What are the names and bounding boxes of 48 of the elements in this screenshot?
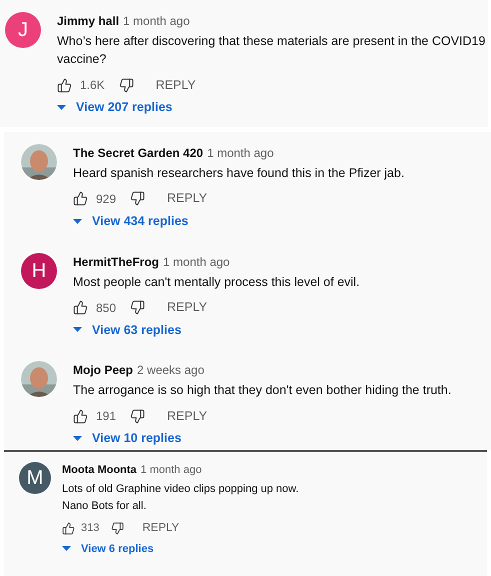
comment-text: Who’s here after discovering that these materials are present in the COVID19 vaccine? [57, 33, 486, 68]
reply-button[interactable]: REPLY [156, 76, 196, 94]
comment-text: Lots of old Graphine video clips popping up now. Nano Bots for all. [62, 482, 299, 514]
view-replies-button[interactable]: View 10 replies [73, 429, 182, 448]
caret-icon [73, 327, 82, 332]
reply-button[interactable]: REPLY [167, 189, 208, 208]
author-name[interactable]: Jimmy hall [57, 12, 120, 30]
comment-time[interactable]: 1 month ago [163, 252, 230, 270]
author-name[interactable]: Moota Moonta [62, 462, 137, 478]
reply-button[interactable]: REPLY [167, 406, 208, 426]
reply-button[interactable]: REPLY [142, 520, 180, 538]
like-count: 929 [96, 190, 116, 208]
view-replies-button[interactable]: View 434 replies [73, 212, 188, 230]
dislike-icon[interactable] [111, 522, 124, 535]
like-icon[interactable] [73, 191, 88, 206]
avatar: J [5, 12, 41, 48]
dislike-icon[interactable] [130, 408, 146, 424]
author-name[interactable]: The Secret Garden 420 [73, 144, 204, 162]
author-name[interactable]: Mojo Peep [73, 361, 134, 380]
caret-icon [73, 218, 82, 224]
like-count: 313 [81, 521, 100, 536]
reply-button[interactable]: REPLY [167, 298, 208, 317]
view-replies-button[interactable]: View 6 replies [62, 540, 154, 557]
comment-time[interactable]: 1 month ago [140, 462, 202, 478]
avatar: H [21, 252, 57, 288]
dislike-icon[interactable] [130, 300, 146, 315]
comment-text: Heard spanish researchers have found this in the Pfizer jab. [73, 164, 404, 182]
like-count: 191 [96, 408, 116, 426]
like-count: 1.6K [80, 77, 105, 94]
view-replies-button[interactable]: View 63 replies [73, 320, 182, 340]
comment-time[interactable]: 1 month ago [207, 144, 274, 162]
comment-time[interactable]: 1 month ago [123, 12, 190, 30]
caret-icon [62, 546, 71, 552]
caret-icon [73, 436, 82, 442]
avatar: M [19, 462, 51, 494]
comment-time[interactable]: 2 weeks ago [137, 361, 204, 380]
like-icon[interactable] [57, 78, 72, 92]
like-icon[interactable] [62, 522, 75, 535]
caret-icon [57, 104, 66, 110]
dislike-icon[interactable] [130, 191, 146, 206]
like-icon[interactable] [73, 408, 88, 424]
comment-text: The arrogance is so high that they don't even bother hiding the truth. [73, 382, 452, 400]
view-replies-button[interactable]: View 207 replies [57, 98, 172, 117]
comment-text: Most people can't mentally process this level of evil. [73, 274, 360, 290]
dislike-icon[interactable] [118, 78, 134, 92]
like-icon[interactable] [73, 300, 88, 315]
author-name[interactable]: HermitTheFrog [73, 252, 160, 270]
like-count: 850 [96, 300, 116, 316]
